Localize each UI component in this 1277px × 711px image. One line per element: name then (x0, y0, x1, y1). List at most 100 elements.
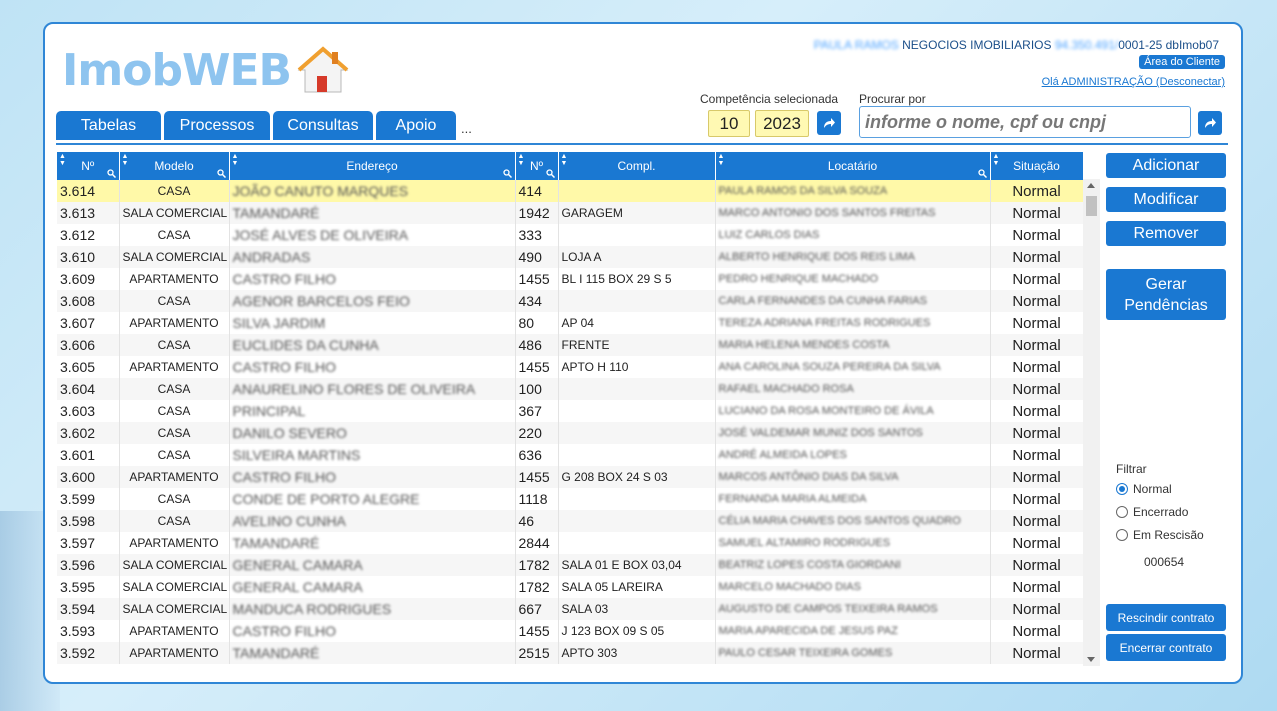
scroll-thumb[interactable] (1086, 196, 1097, 216)
edit-button[interactable]: Modificar (1106, 187, 1226, 212)
menu-consultas[interactable]: Consultas (273, 111, 373, 140)
menu-processos[interactable]: Processos (164, 111, 270, 140)
cell-complement: SALA 01 E BOX 03,04 (558, 554, 716, 576)
cell-street-number: 1782 (515, 576, 559, 598)
cell-tenant: BEATRIZ LOPES COSTA GIORDANI (715, 554, 991, 576)
company-code: 94.350.491/ (1054, 38, 1119, 52)
competencia-year[interactable]: 2023 (755, 110, 809, 137)
cell-complement (558, 180, 716, 202)
sort-icon[interactable]: ▲ ▼ (718, 153, 725, 167)
table-row[interactable]: 3.609 APARTAMENTO CASTRO FILHO 1455 BL I 115… (57, 268, 1083, 290)
cell-model: SALA COMERCIAL (119, 554, 230, 576)
competencia-month[interactable]: 10 (708, 110, 750, 137)
cell-complement: FRENTE (558, 334, 716, 356)
cell-street-number: 46 (515, 510, 559, 532)
table-row[interactable]: 3.593 APARTAMENTO CASTRO FILHO 1455 J 123 BO… (57, 620, 1083, 642)
table-row[interactable]: 3.599 CASA CONDE DE PORTO ALEGRE 1118 FERNAN… (57, 488, 1083, 510)
table-row[interactable]: 3.614 CASA JOÃO CANUTO MARQUES 414 PAULA RAM… (57, 180, 1083, 202)
table-row[interactable]: 3.592 APARTAMENTO TAMANDARÉ 2515 APTO 303 PAU… (57, 642, 1083, 664)
cell-status: Normal (990, 290, 1083, 312)
cell-number: 3.612 (57, 224, 120, 246)
search-icon[interactable] (502, 169, 512, 178)
sort-icon[interactable]: ▲ ▼ (561, 153, 568, 167)
radio-normal[interactable] (1116, 483, 1128, 495)
cell-street-number: 2515 (515, 642, 559, 664)
table-row[interactable]: 3.604 CASA ANAURELINO FLORES DE OLIVEIRA 10… (57, 378, 1083, 400)
sort-icon[interactable]: ▲ ▼ (518, 153, 525, 167)
cell-number: 3.600 (57, 466, 120, 488)
table-row[interactable]: 3.598 CASA AVELINO CUNHA 46 CÉLIA MARIA CHAV… (57, 510, 1083, 532)
generate-pending-button[interactable]: Gerar Pendências (1106, 269, 1226, 320)
cell-complement (558, 488, 716, 510)
cell-model: CASA (119, 422, 230, 444)
col-header-model[interactable]: ▲ ▼ Modelo (119, 152, 230, 180)
table-row[interactable]: 3.594 SALA COMERCIAL MANDUCA RODRIGUES 667 S… (57, 598, 1083, 620)
table-row[interactable]: 3.597 APARTAMENTO TAMANDARÉ 2844 SAMUEL ALTA… (57, 532, 1083, 554)
add-button[interactable]: Adicionar (1106, 153, 1226, 178)
cell-address: GENERAL CAMARA (229, 554, 516, 576)
sort-icon[interactable]: ▲ ▼ (59, 153, 66, 167)
table-row[interactable]: 3.613 SALA COMERCIAL TAMANDARÉ 1942 GARAGEM M… (57, 202, 1083, 224)
cell-number: 3.613 (57, 202, 120, 224)
filter-option-normal[interactable]: Normal (1116, 482, 1204, 496)
search-icon[interactable] (977, 169, 987, 178)
table-row[interactable]: 3.607 APARTAMENTO SILVA JARDIM 80 AP 04 TEREZ… (57, 312, 1083, 334)
client-area-button[interactable]: Área do Cliente (1139, 55, 1225, 69)
table-row[interactable]: 3.600 APARTAMENTO CASTRO FILHO 1455 G 208 BO… (57, 466, 1083, 488)
table-row[interactable]: 3.596 SALA COMERCIAL GENERAL CAMARA 1782 SAL… (57, 554, 1083, 576)
table-row[interactable]: 3.612 CASA JOSÉ ALVES DE OLIVEIRA 333 LUIZ C… (57, 224, 1083, 246)
cell-tenant: SAMUEL ALTAMIRO RODRIGUES (715, 532, 991, 554)
table-row[interactable]: 3.606 CASA EUCLIDES DA CUNHA 486 FRENTE MARIA… (57, 334, 1083, 356)
table-row[interactable]: 3.610 SALA COMERCIAL ANDRADAS 490 LOJA A ALBE… (57, 246, 1083, 268)
scroll-up-icon[interactable] (1087, 183, 1095, 188)
cell-complement: SALA 03 (558, 598, 716, 620)
col-header-complement[interactable]: ▲ ▼ Compl. (558, 152, 716, 180)
cell-street-number: 333 (515, 224, 559, 246)
cell-status: Normal (990, 444, 1083, 466)
logout-link[interactable]: Olá ADMINISTRAÇÃO (Desconectar) (1042, 76, 1225, 88)
cell-address: MANDUCA RODRIGUES (229, 598, 516, 620)
table-row[interactable]: 3.603 CASA PRINCIPAL 367 LUCIANO DA ROSA MON… (57, 400, 1083, 422)
radio-rescisao[interactable] (1116, 529, 1128, 541)
cell-address: SILVEIRA MARTINS (229, 444, 516, 466)
table-scrollbar[interactable] (1083, 179, 1100, 666)
menu-more[interactable]: ... (461, 121, 472, 136)
table-row[interactable]: 3.605 APARTAMENTO CASTRO FILHO 1455 APTO H 1… (57, 356, 1083, 378)
col-header-status[interactable]: ▲ ▼ Situação (990, 152, 1083, 180)
cell-model: APARTAMENTO (119, 532, 230, 554)
cell-number: 3.614 (57, 180, 120, 202)
sort-icon[interactable]: ▲ ▼ (122, 153, 129, 167)
col-header-address[interactable]: ▲ ▼ Endereço (229, 152, 516, 180)
table-row[interactable]: 3.602 CASA DANILO SEVERO 220 JOSÉ VALDEMAR M… (57, 422, 1083, 444)
search-icon[interactable] (106, 169, 116, 178)
competencia-go-button[interactable] (817, 111, 841, 135)
col-header-street-number[interactable]: ▲ ▼ Nº (515, 152, 559, 180)
rescind-contract-button[interactable]: Rescindir contrato (1106, 604, 1226, 631)
menu-tabelas[interactable]: Tabelas (56, 111, 161, 140)
search-icon[interactable] (216, 169, 226, 178)
close-contract-button[interactable]: Encerrar contrato (1106, 634, 1226, 661)
logo-text: ImobWEB (62, 45, 292, 96)
filter-option-encerrado[interactable]: Encerrado (1116, 505, 1204, 519)
table-row[interactable]: 3.608 CASA AGENOR BARCELOS FEIO 434 CARLA FE… (57, 290, 1083, 312)
cell-status: Normal (990, 246, 1083, 268)
remove-button[interactable]: Remover (1106, 221, 1226, 246)
cell-street-number: 667 (515, 598, 559, 620)
radio-encerrado[interactable] (1116, 506, 1128, 518)
table-row[interactable]: 3.595 SALA COMERCIAL GENERAL CAMARA 1782 SAL… (57, 576, 1083, 598)
cell-address: CASTRO FILHO (229, 466, 516, 488)
sort-icon[interactable]: ▲ ▼ (993, 153, 1000, 167)
cell-street-number: 1455 (515, 268, 559, 290)
search-go-button[interactable] (1198, 111, 1222, 135)
cell-number: 3.610 (57, 246, 120, 268)
menu-apoio[interactable]: Apoio (376, 111, 456, 140)
scroll-down-icon[interactable] (1087, 657, 1095, 662)
search-icon[interactable] (545, 169, 555, 178)
col-header-tenant[interactable]: ▲ ▼ Locatário (715, 152, 991, 180)
search-input[interactable] (859, 106, 1191, 138)
sort-icon[interactable]: ▲ ▼ (232, 153, 239, 167)
cell-complement (558, 510, 716, 532)
filter-option-rescisao[interactable]: Em Rescisão (1116, 528, 1204, 542)
col-header-number[interactable]: ▲ ▼ Nº (57, 152, 120, 180)
table-row[interactable]: 3.601 CASA SILVEIRA MARTINS 636 ANDRÉ ALMEID… (57, 444, 1083, 466)
